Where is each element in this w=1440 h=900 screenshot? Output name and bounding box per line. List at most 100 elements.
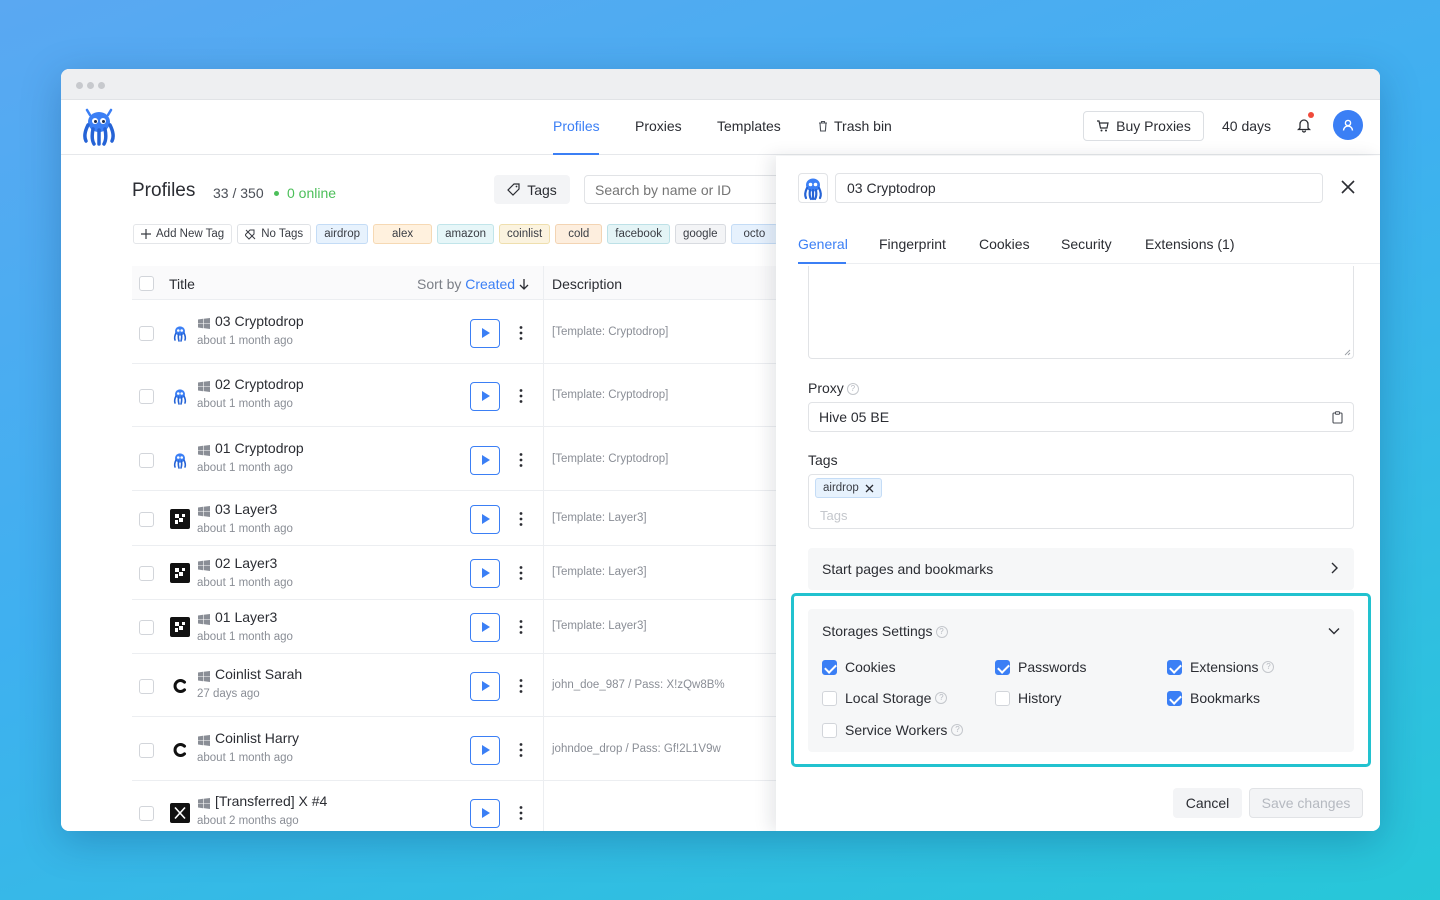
profile-icon-button[interactable]: [798, 173, 828, 203]
row-checkbox[interactable]: [139, 512, 154, 527]
profile-name-input[interactable]: 03 Cryptodrop: [835, 173, 1323, 203]
background: Profiles Proxies Templates Trash bin Buy…: [0, 0, 1440, 900]
start-profile-button[interactable]: [470, 505, 500, 534]
sort-control[interactable]: Sort by Created: [417, 276, 529, 292]
table-row[interactable]: 01 Cryptodrop about 1 month ago [Template:…: [132, 428, 776, 491]
table-row[interactable]: 02 Cryptodrop about 1 month ago [Template:…: [132, 364, 776, 427]
start-profile-button[interactable]: [470, 446, 500, 475]
buy-proxies-button[interactable]: Buy Proxies: [1083, 111, 1204, 141]
windows-icon: [198, 669, 210, 682]
more-options-icon[interactable]: [517, 565, 525, 581]
start-profile-button[interactable]: [470, 672, 500, 701]
table-row[interactable]: 03 Layer3 about 1 month ago [Template: Lay…: [132, 492, 776, 546]
layer3-logo-icon: [170, 509, 190, 529]
octo-logo-icon[interactable]: [79, 107, 119, 147]
description-textarea[interactable]: [808, 266, 1354, 359]
table-row[interactable]: Coinlist Harry about 1 month ago johndoe_d…: [132, 718, 776, 781]
tags-input[interactable]: airdrop Tags: [808, 474, 1354, 529]
table-row[interactable]: 02 Layer3 about 1 month ago [Template: Lay…: [132, 546, 776, 600]
start-profile-button[interactable]: [470, 799, 500, 828]
resize-handle-icon[interactable]: [1344, 349, 1351, 356]
save-changes-button[interactable]: Save changes: [1249, 788, 1363, 818]
nav-tab-proxies[interactable]: Proxies: [635, 118, 682, 134]
tab-cookies[interactable]: Cookies: [979, 236, 1030, 252]
app-window: Profiles Proxies Templates Trash bin Buy…: [61, 69, 1380, 831]
clipboard-icon[interactable]: [1332, 411, 1343, 424]
tab-fingerprint[interactable]: Fingerprint: [879, 236, 946, 252]
start-pages-section[interactable]: Start pages and bookmarks: [808, 548, 1354, 590]
profile-name[interactable]: 03 Cryptodrop: [215, 313, 304, 329]
tag-chip-amazon[interactable]: amazon: [437, 224, 495, 244]
tab-security[interactable]: Security: [1061, 236, 1112, 252]
tag-chip-no-tags[interactable]: No Tags: [237, 224, 312, 244]
row-checkbox[interactable]: [139, 389, 154, 404]
tab-extensions[interactable]: Extensions (1): [1145, 236, 1234, 252]
table-row[interactable]: Coinlist Sarah 27 days ago john_doe_987 / …: [132, 654, 776, 717]
nav-tab-templates[interactable]: Templates: [717, 118, 781, 134]
tag-chip-google[interactable]: google: [674, 224, 726, 244]
panel-tabs: General Fingerprint Cookies Security Ext…: [798, 228, 1380, 264]
start-profile-button[interactable]: [470, 613, 500, 642]
nav-tab-profiles[interactable]: Profiles: [553, 118, 600, 134]
profile-description: [Template: Layer3]: [552, 512, 647, 524]
start-profile-button[interactable]: [470, 382, 500, 411]
table-row[interactable]: 01 Layer3 about 1 month ago [Template: Lay…: [132, 600, 776, 654]
table-row[interactable]: [Transferred] X #4 about 2 months ago: [132, 781, 776, 831]
more-options-icon[interactable]: [517, 511, 525, 527]
tag-chip-coinlist[interactable]: coinlist: [499, 224, 551, 244]
windows-icon: [198, 733, 210, 746]
avatar[interactable]: [1333, 110, 1363, 140]
profile-name[interactable]: 03 Layer3: [215, 501, 277, 517]
tag-chip-facebook[interactable]: facebook: [607, 224, 670, 244]
close-icon[interactable]: [1341, 180, 1355, 194]
profile-name[interactable]: Coinlist Sarah: [215, 666, 302, 682]
more-options-icon[interactable]: [517, 678, 525, 694]
tag-chip-cold[interactable]: cold: [555, 224, 603, 244]
tag-chip-airdrop[interactable]: airdrop: [316, 224, 368, 244]
start-profile-button[interactable]: [470, 319, 500, 348]
remove-tag-icon[interactable]: [865, 484, 874, 493]
bell-icon[interactable]: [1297, 117, 1311, 133]
profile-name[interactable]: 01 Layer3: [215, 609, 277, 625]
profile-created: about 1 month ago: [197, 752, 293, 764]
more-options-icon[interactable]: [517, 452, 525, 468]
tag-chip-alex[interactable]: alex: [373, 224, 433, 244]
profile-created: about 1 month ago: [197, 462, 293, 474]
nav-tab-trash[interactable]: Trash bin: [818, 118, 892, 134]
table-row[interactable]: 03 Cryptodrop about 1 month ago [Template:…: [132, 301, 776, 364]
windows-icon: [198, 558, 210, 571]
octo-logo-icon: [170, 323, 190, 343]
column-title[interactable]: Title: [169, 276, 195, 292]
select-all-checkbox[interactable]: [139, 276, 154, 291]
profile-name[interactable]: 02 Layer3: [215, 555, 277, 571]
more-options-icon[interactable]: [517, 388, 525, 404]
more-options-icon[interactable]: [517, 742, 525, 758]
proxy-select[interactable]: Hive 05 BE: [808, 402, 1354, 432]
row-checkbox[interactable]: [139, 453, 154, 468]
row-checkbox[interactable]: [139, 679, 154, 694]
more-options-icon[interactable]: [517, 325, 525, 341]
windows-icon: [198, 796, 210, 809]
add-tag-button[interactable]: Add New Tag: [133, 224, 233, 244]
cancel-button[interactable]: Cancel: [1173, 788, 1242, 818]
profile-name[interactable]: 02 Cryptodrop: [215, 376, 304, 392]
row-checkbox[interactable]: [139, 743, 154, 758]
search-input[interactable]: [584, 175, 784, 204]
start-profile-button[interactable]: [470, 559, 500, 588]
more-options-icon[interactable]: [517, 619, 525, 635]
row-checkbox[interactable]: [139, 806, 154, 821]
profile-created: about 1 month ago: [197, 577, 293, 589]
profile-name[interactable]: Coinlist Harry: [215, 730, 299, 746]
tab-general[interactable]: General: [798, 236, 848, 252]
row-checkbox[interactable]: [139, 620, 154, 635]
tags-filter-button[interactable]: Tags: [494, 175, 570, 204]
more-options-icon[interactable]: [517, 805, 525, 821]
tag-chip-label: No Tags: [261, 228, 304, 240]
start-profile-button[interactable]: [470, 736, 500, 765]
tag-chip-octo[interactable]: octo: [730, 224, 779, 244]
row-checkbox[interactable]: [139, 326, 154, 341]
profile-description: [Template: Cryptodrop]: [552, 326, 669, 338]
profile-name[interactable]: [Transferred] X #4: [215, 793, 327, 809]
row-checkbox[interactable]: [139, 566, 154, 581]
profile-name[interactable]: 01 Cryptodrop: [215, 440, 304, 456]
